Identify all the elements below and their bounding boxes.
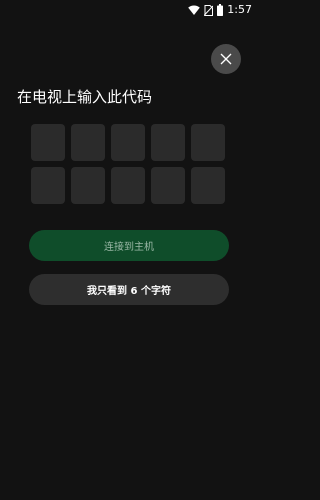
no-sim-icon [204,4,214,16]
status-time: 1:57 [227,3,252,16]
connect-to-host-label: 连接到主机 [104,242,154,253]
status-bar: 1:57 [0,0,258,20]
code-box[interactable] [111,124,145,161]
code-box[interactable] [151,167,185,204]
wifi-icon [188,5,201,15]
only-six-characters-button[interactable]: 我只看到 6 个字符 [29,274,229,305]
close-button[interactable] [211,44,241,74]
code-box[interactable] [191,167,225,204]
code-box[interactable] [71,167,105,204]
page-title: 在电视上输入此代码 [17,88,153,106]
code-box[interactable] [71,124,105,161]
code-box[interactable] [151,124,185,161]
code-input-grid [31,124,227,204]
screen: 1:57 在电视上输入此代码 连接到主机 我只看到 6 个字符 [0,0,258,500]
code-box[interactable] [111,167,145,204]
status-bar-right: 1:57 [188,3,252,17]
close-icon [220,53,232,65]
code-box[interactable] [191,124,225,161]
code-box[interactable] [31,124,65,161]
code-box[interactable] [31,167,65,204]
battery-icon [217,4,224,16]
connect-to-host-button[interactable]: 连接到主机 [29,230,229,261]
only-six-characters-label: 我只看到 6 个字符 [87,286,171,297]
